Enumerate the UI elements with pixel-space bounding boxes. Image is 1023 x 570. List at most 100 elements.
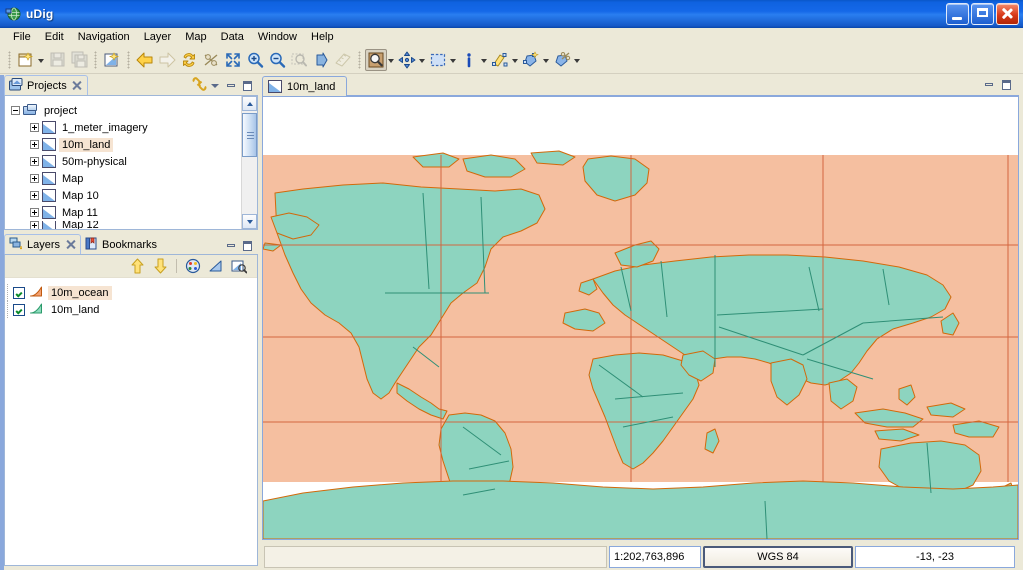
- tree-row-map-12[interactable]: Map 12: [11, 221, 257, 229]
- chevron-down-icon[interactable]: [209, 79, 222, 93]
- tree-row-map[interactable]: Map: [11, 170, 257, 187]
- tree-row-map-11[interactable]: Map 11: [11, 204, 257, 221]
- edit-geometry-dropdown-arrow[interactable]: [511, 49, 520, 71]
- layer-row-10m-land[interactable]: 10m_land: [7, 301, 257, 318]
- menu-item-navigation[interactable]: Navigation: [71, 30, 137, 44]
- layers-view: Layers Bookmarks 10m_ocean 10m_land: [4, 234, 258, 570]
- projects-tree-scrollbar[interactable]: [241, 96, 257, 229]
- tab-projects[interactable]: Projects: [4, 75, 88, 95]
- window-close-button[interactable]: [996, 3, 1019, 25]
- delete-feature-dropdown-arrow[interactable]: [573, 49, 582, 71]
- menu-item-edit[interactable]: Edit: [38, 30, 71, 44]
- edit-pencil-icon[interactable]: [489, 49, 511, 71]
- expander-expand-icon[interactable]: [30, 140, 39, 149]
- menu-item-layer[interactable]: Layer: [137, 30, 179, 44]
- menu-item-window[interactable]: Window: [251, 30, 304, 44]
- new-document-dropdown-arrow[interactable]: [37, 49, 46, 71]
- crs-button[interactable]: WGS 84: [703, 546, 853, 568]
- tree-row-map-10[interactable]: Map 10: [11, 187, 257, 204]
- new-document-icon[interactable]: [15, 49, 37, 71]
- projects-tree: project 1_meter_imagery 10m_land 50m-phy…: [5, 96, 257, 229]
- projects-maximize-button[interactable]: [240, 79, 254, 93]
- expander-collapse-icon[interactable]: [11, 106, 20, 115]
- arrow-down-icon[interactable]: [150, 256, 170, 276]
- editor-minimize-button[interactable]: [982, 78, 996, 92]
- link-icon[interactable]: [192, 77, 207, 94]
- zoom-out-icon[interactable]: [266, 49, 288, 71]
- world-map-render[interactable]: [263, 97, 1018, 539]
- projects-tree-body: project 1_meter_imagery 10m_land 50m-phy…: [4, 95, 258, 230]
- info-tool-dropdown-arrow[interactable]: [480, 49, 489, 71]
- expander-expand-icon[interactable]: [30, 123, 39, 132]
- zoom-extent-icon[interactable]: [222, 49, 244, 71]
- map-canvas[interactable]: [262, 96, 1019, 540]
- show-layer-icon[interactable]: [310, 49, 332, 71]
- select-tool-dropdown-arrow[interactable]: [449, 49, 458, 71]
- new-map-icon[interactable]: [101, 49, 123, 71]
- add-feature-icon[interactable]: [520, 49, 542, 71]
- expander-expand-icon[interactable]: [30, 191, 39, 200]
- zoom-tool-dropdown-arrow[interactable]: [387, 49, 396, 71]
- selection-box-icon[interactable]: [427, 49, 449, 71]
- menu-item-map[interactable]: Map: [178, 30, 213, 44]
- udig-globe-icon: [5, 6, 21, 22]
- arrow-up-icon[interactable]: [127, 256, 147, 276]
- stop-render-icon[interactable]: [200, 49, 222, 71]
- add-feature-dropdown-arrow[interactable]: [542, 49, 551, 71]
- tab-layers[interactable]: Layers: [4, 234, 82, 254]
- close-icon[interactable]: [66, 240, 75, 249]
- pan-icon[interactable]: [396, 49, 418, 71]
- zoom-in-icon[interactable]: [244, 49, 266, 71]
- tree-row-1-meter-imagery[interactable]: 1_meter_imagery: [11, 119, 257, 136]
- toolbar-grip[interactable]: [8, 50, 11, 69]
- close-icon[interactable]: [73, 81, 82, 90]
- menu-bar: File Edit Navigation Layer Map Data Wind…: [0, 28, 1023, 46]
- toolbar-grip-2[interactable]: [94, 50, 97, 69]
- tab-10m-land-editor[interactable]: 10m_land: [262, 76, 348, 96]
- projects-minimize-button[interactable]: [224, 79, 238, 93]
- editor-tabbar-filler: [347, 75, 1019, 96]
- delete-feature-icon[interactable]: [551, 49, 573, 71]
- layers-maximize-button[interactable]: [240, 239, 254, 253]
- editor-maximize-button[interactable]: [999, 78, 1013, 92]
- scrollbar-thumb[interactable]: [242, 113, 257, 157]
- pan-tool-dropdown-arrow[interactable]: [418, 49, 427, 71]
- layer-extent-icon[interactable]: [206, 256, 226, 276]
- expander-expand-icon[interactable]: [30, 174, 39, 183]
- menu-item-data[interactable]: Data: [214, 30, 251, 44]
- tab-bookmarks[interactable]: Bookmarks: [81, 235, 163, 254]
- magnifier-icon[interactable]: [365, 48, 387, 71]
- layer-visibility-checkbox[interactable]: [13, 286, 25, 299]
- toolbar-grip-4[interactable]: [358, 50, 361, 69]
- back-arrow-icon[interactable]: [134, 49, 156, 71]
- tree-row-10m-land[interactable]: 10m_land: [11, 136, 257, 153]
- expander-expand-icon[interactable]: [30, 157, 39, 166]
- layer-zoom-icon[interactable]: [229, 256, 249, 276]
- palette-icon[interactable]: [183, 256, 203, 276]
- window-maximize-button[interactable]: [971, 3, 994, 25]
- scroll-down-button[interactable]: [242, 214, 257, 229]
- tree-label-map: Map: [62, 172, 84, 185]
- layers-minimize-button[interactable]: [224, 239, 238, 253]
- tree-row-50m-physical[interactable]: 50m-physical: [11, 153, 257, 170]
- expander-expand-icon[interactable]: [30, 221, 39, 229]
- refresh-icon[interactable]: [178, 49, 200, 71]
- tree-row-project[interactable]: project: [11, 102, 257, 119]
- projects-view-tabbar: Projects: [4, 75, 258, 95]
- layer-row-10m-ocean[interactable]: 10m_ocean: [7, 284, 257, 301]
- layers-body: 10m_ocean 10m_land: [4, 254, 258, 566]
- window-minimize-button[interactable]: [946, 3, 969, 25]
- udig-application-window: uDig File Edit Navigation Layer Map Data…: [0, 0, 1023, 570]
- layer-label-10m-ocean: 10m_ocean: [48, 285, 112, 300]
- layer-visibility-checkbox[interactable]: [13, 303, 25, 316]
- tree-label-50m-physical: 50m-physical: [62, 155, 127, 168]
- toolbar-grip-3[interactable]: [127, 50, 130, 69]
- scroll-up-button[interactable]: [242, 96, 257, 111]
- map-icon: [42, 155, 56, 168]
- menu-item-help[interactable]: Help: [304, 30, 341, 44]
- menu-item-file[interactable]: File: [6, 30, 38, 44]
- tab-layers-label: Layers: [27, 238, 61, 251]
- expander-expand-icon[interactable]: [30, 208, 39, 217]
- scale-denominator-field[interactable]: 1:202,763,896: [609, 546, 701, 568]
- measure-icon: [332, 49, 354, 71]
